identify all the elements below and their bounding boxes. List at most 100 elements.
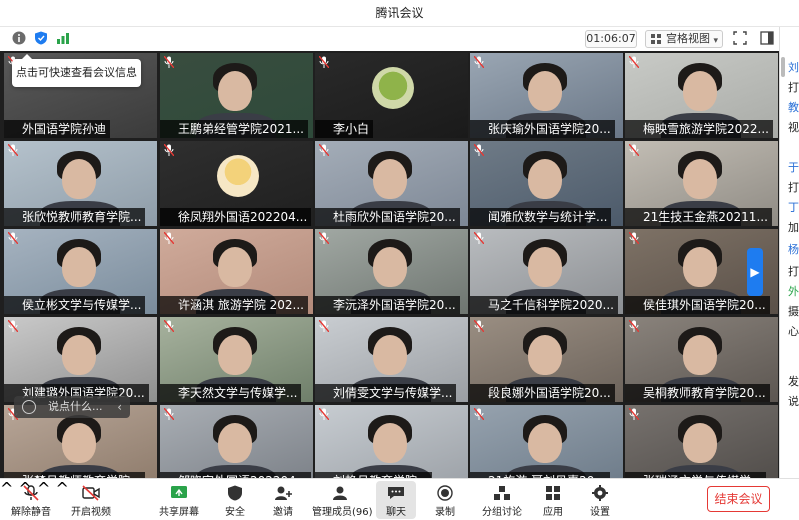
- participant-video-tile[interactable]: 马之千信科学院2020...: [470, 229, 623, 314]
- quick-chat-input[interactable]: 说点什么... ‹: [14, 396, 130, 418]
- participant-video-tile[interactable]: 侯立彬文学与传媒学...: [4, 229, 157, 314]
- mic-muted-icon: [164, 56, 174, 68]
- shield-icon[interactable]: [34, 31, 48, 45]
- participant-video-tile[interactable]: 许涵淇 旅游学院 202...: [160, 229, 313, 314]
- person-face: [62, 335, 96, 375]
- participant-name-label: 杜雨欣外国语学院20...: [315, 208, 460, 226]
- participant-name-label: 外国语学院孙迪: [4, 120, 111, 138]
- breakout-icon: [494, 486, 510, 500]
- person-face: [683, 71, 717, 111]
- security-button[interactable]: 安全: [218, 481, 252, 519]
- participant-name-label: 侯立彬文学与传媒学...: [4, 296, 146, 314]
- chat-scrollbar[interactable]: [781, 57, 785, 77]
- participant-video-tile[interactable]: 梅映雪旅游学院2022...: [625, 53, 778, 138]
- chat-message-fragment: 刘: [788, 61, 799, 74]
- participant-video-tile[interactable]: 段良娜外国语学院20...: [470, 317, 623, 402]
- record-button[interactable]: 录制: [428, 481, 462, 519]
- chat-message-fragment: 心: [788, 325, 799, 338]
- chat-message-fragment: 说: [788, 395, 799, 408]
- participant-video-tile[interactable]: 邹晓宇外国语202204...: [160, 405, 313, 478]
- chevron-left-icon[interactable]: ‹: [117, 396, 122, 418]
- participant-name-label: 李天然文学与传媒学...: [160, 384, 302, 402]
- apps-icon: [546, 486, 560, 500]
- fullscreen-icon[interactable]: [733, 31, 747, 45]
- apps-button[interactable]: 应用: [536, 481, 570, 519]
- settings-button[interactable]: 设置: [583, 481, 617, 519]
- breakout-rooms-label: 分组讨论: [482, 507, 522, 518]
- participant-video-tile[interactable]: 杜雨欣外国语学院20...: [315, 141, 468, 226]
- participant-name-label: 闻雅欣数学与统计学...: [470, 208, 612, 226]
- person-face: [528, 159, 562, 199]
- participant-video-tile[interactable]: 吴桐教师教育学院20...: [625, 317, 778, 402]
- invite-label: 邀请: [273, 507, 293, 518]
- signal-strength-icon[interactable]: [56, 31, 70, 45]
- chat-button[interactable]: 聊天: [376, 481, 416, 519]
- camera-off-icon: [82, 485, 100, 501]
- info-icon[interactable]: [12, 31, 26, 45]
- chat-message-fragment: 教: [788, 101, 799, 114]
- participant-name-label: 王鹏弟经管学院2021...: [160, 120, 308, 138]
- participant-name-label: 许涵淇 旅游学院 202...: [160, 296, 308, 314]
- add-user-icon: [275, 486, 292, 500]
- next-page-button[interactable]: ▶: [747, 248, 763, 296]
- chat-message-fragment: 打: [788, 81, 799, 94]
- participant-video-tile[interactable]: 张欣悦教师教育学院...: [4, 141, 157, 226]
- participant-video-tile[interactable]: 张瑞涵文学与传媒学...: [625, 405, 778, 478]
- manage-members-button[interactable]: 管理成员(96): [312, 481, 373, 519]
- person-face: [373, 423, 407, 463]
- participant-video-tile[interactable]: 21生技王金燕20211...: [625, 141, 778, 226]
- breakout-rooms-button[interactable]: 分组讨论: [480, 481, 524, 519]
- chevron-up-icon[interactable]: ^: [56, 479, 69, 498]
- person-face: [373, 159, 407, 199]
- participant-name-label: 段良娜外国语学院20...: [470, 384, 615, 402]
- participant-video-tile[interactable]: 李天然文学与传媒学...: [160, 317, 313, 402]
- caterpillar-avatar: [372, 67, 414, 109]
- mic-muted-icon: [164, 144, 174, 156]
- emoji-icon[interactable]: [22, 400, 36, 414]
- participant-video-tile[interactable]: 王鹏弟经管学院2021...: [160, 53, 313, 138]
- participant-video-tile[interactable]: 刘艳月教育学院...: [315, 405, 468, 478]
- participant-name-label: 21生技王金燕20211...: [625, 208, 772, 226]
- gear-icon: [592, 485, 608, 501]
- unmute-label: 解除静音: [11, 507, 51, 518]
- participant-video-tile[interactable]: 徐凤翔外国语202204...: [160, 141, 313, 226]
- participant-video-tile[interactable]: 闻雅欣数学与统计学...: [470, 141, 623, 226]
- invite-button[interactable]: 邀请: [266, 481, 300, 519]
- mic-muted-icon: [629, 56, 639, 68]
- mic-muted-icon: [164, 232, 174, 244]
- chat-message-fragment: 丁: [788, 201, 799, 214]
- participant-video-tile[interactable]: 张庆瑜外国语学院20...: [470, 53, 623, 138]
- chat-message-fragment: 打: [788, 265, 799, 278]
- participant-video-tile[interactable]: 刘倩雯文学与传媒学...: [315, 317, 468, 402]
- share-screen-button[interactable]: 共享屏幕: [158, 481, 200, 519]
- chat-message-fragment: 打: [788, 181, 799, 194]
- unmute-button[interactable]: 解除静音: [10, 481, 52, 519]
- chevron-down-icon: ▾: [713, 36, 718, 46]
- participant-video-tile[interactable]: 21旅游 聂刘贝惠20...: [470, 405, 623, 478]
- chat-message-fragment: 外: [788, 285, 799, 298]
- person-face: [62, 247, 96, 287]
- view-mode-label: 宫格视图: [666, 32, 710, 45]
- mic-muted-icon: [8, 232, 18, 244]
- person-face: [218, 247, 252, 287]
- person-face: [218, 71, 252, 111]
- participant-video-tile[interactable]: 李小白: [315, 53, 468, 138]
- mic-muted-icon: [474, 232, 484, 244]
- person-face: [62, 159, 96, 199]
- meeting-toolbar: 解除静音 ^ 开启视频 ^ 共享屏幕 ^ 安全 邀请 管理成员(96) 聊天 录…: [0, 478, 799, 520]
- mic-muted-icon: [164, 408, 174, 420]
- grid-view-icon: [651, 34, 661, 44]
- participant-name-label: 张庆瑜外国语学院20...: [470, 120, 615, 138]
- chat-label: 聊天: [386, 507, 406, 518]
- start-video-button[interactable]: 开启视频: [70, 481, 112, 519]
- chat-message-fragment: 摄: [788, 305, 799, 318]
- end-meeting-button[interactable]: 结束会议: [707, 486, 770, 512]
- person-face: [528, 335, 562, 375]
- participant-video-tile[interactable]: 刘建璐外国语学院20...: [4, 317, 157, 402]
- person-face: [683, 423, 717, 463]
- sidebar-toggle-icon[interactable]: [760, 31, 774, 45]
- mic-muted-icon: [164, 320, 174, 332]
- participant-video-tile[interactable]: 李沅泽外国语学院20...: [315, 229, 468, 314]
- mic-muted-icon: [629, 408, 639, 420]
- view-mode-dropdown[interactable]: 宫格视图 ▾: [645, 30, 723, 48]
